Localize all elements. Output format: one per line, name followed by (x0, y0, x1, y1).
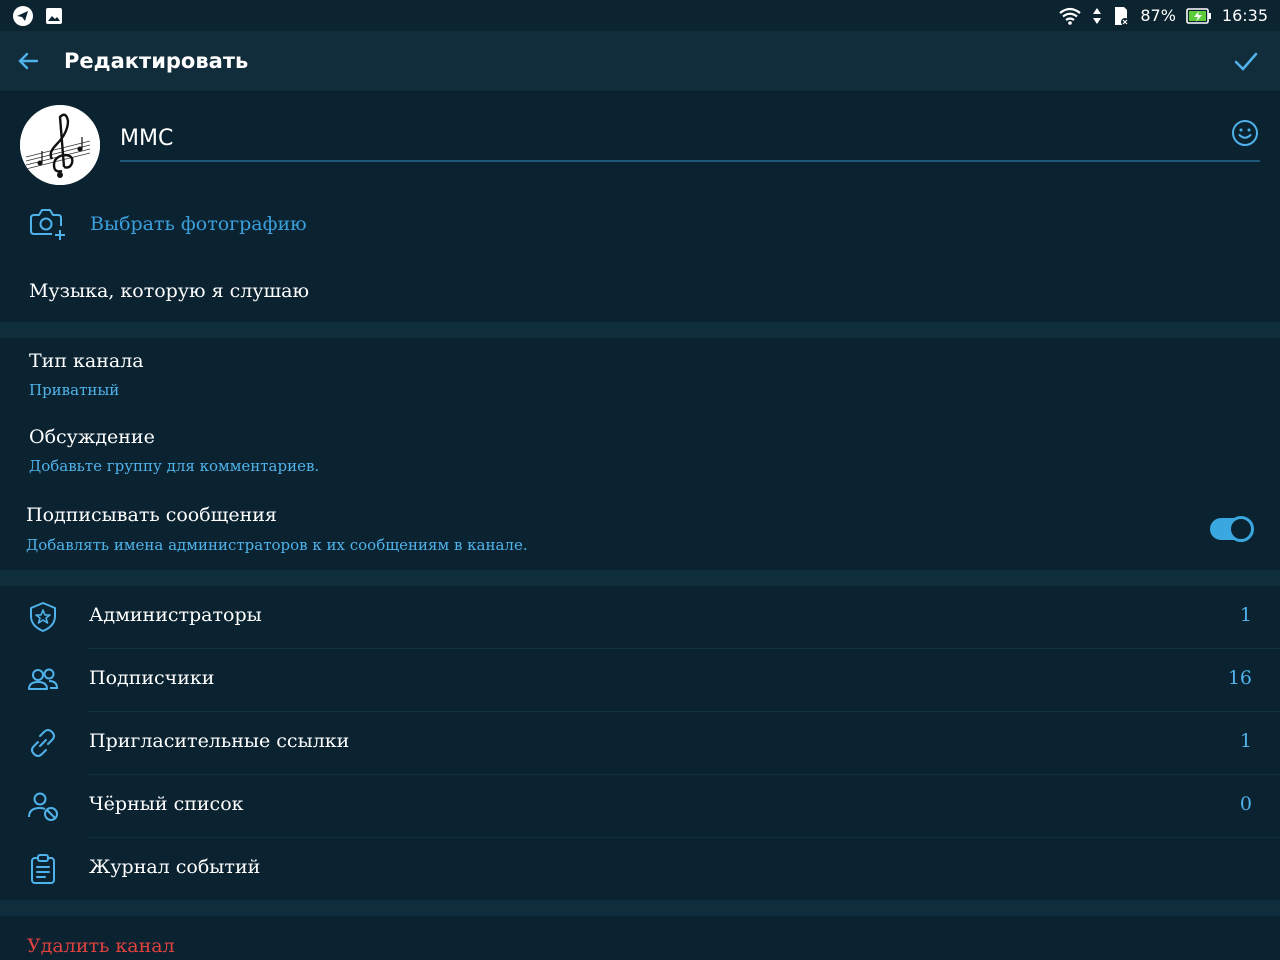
clock: 16:35 (1221, 6, 1268, 25)
link-icon (31, 729, 55, 757)
checkmark-icon (1234, 52, 1258, 71)
sign-messages-subtitle: Добавлять имена администраторов к их соо… (26, 536, 528, 554)
event-log-row[interactable]: Журнал событий (0, 838, 1280, 901)
subscribers-icon (28, 668, 59, 690)
channel-description[interactable]: Музыка, которую я слушаю (29, 280, 309, 302)
invite-links-count: 1 (1239, 730, 1252, 752)
data-transfer-icon (1093, 7, 1102, 24)
telegram-notification-icon (13, 5, 33, 26)
blocked-user-icon (28, 792, 58, 821)
battery-percentage: 87% (1140, 6, 1176, 25)
wifi-icon (1059, 7, 1082, 25)
section-divider (0, 322, 1280, 338)
channel-avatar[interactable] (20, 105, 100, 185)
channel-name-value: MMC (120, 126, 174, 151)
danger-section (0, 916, 1280, 960)
treble-clef-icon (20, 105, 100, 185)
administrators-label: Администраторы (89, 604, 262, 626)
invite-links-label: Пригласительные ссылки (89, 730, 350, 752)
subscribers-row[interactable]: Подписчики 16 (0, 649, 1280, 712)
choose-photo-button[interactable]: Выбрать фотографию (26, 206, 307, 242)
discussion-setting[interactable]: Обсуждение Добавьте группу для комментар… (0, 414, 1280, 490)
subscribers-label: Подписчики (89, 667, 215, 689)
subscribers-count: 16 (1227, 667, 1252, 689)
status-bar: 87% 16:35 (0, 0, 1280, 31)
channel-name-input[interactable]: MMC (120, 118, 1260, 162)
invite-links-row[interactable]: Пригласительные ссылки 1 (0, 712, 1280, 775)
channel-type-setting[interactable]: Тип канала Приватный (0, 338, 1280, 414)
event-log-label: Журнал событий (89, 856, 261, 878)
sign-messages-setting[interactable]: Подписывать сообщения Добавлять имена ад… (0, 490, 1280, 570)
channel-type-title: Тип канала (29, 350, 144, 372)
sd-card-icon (1115, 6, 1130, 26)
section-divider (0, 900, 1280, 916)
image-notification-icon (46, 7, 62, 24)
camera-add-icon (30, 209, 65, 240)
admin-shield-icon (30, 602, 56, 632)
section-divider (0, 570, 1280, 586)
discussion-title: Обсуждение (29, 426, 155, 448)
administrators-count: 1 (1239, 604, 1252, 626)
save-button[interactable] (1224, 31, 1268, 91)
arrow-left-icon (18, 52, 39, 70)
discussion-value: Добавьте группу для комментариев. (29, 457, 320, 475)
channel-type-value: Приватный (29, 381, 120, 399)
battery-charging-icon (1186, 7, 1211, 24)
emoji-button[interactable] (1230, 118, 1260, 148)
sign-messages-toggle[interactable] (1210, 516, 1254, 542)
delete-channel-button[interactable]: Удалить канал (27, 935, 175, 957)
toolbar: Редактировать (0, 31, 1280, 91)
blacklist-label: Чёрный список (89, 793, 244, 815)
event-log-icon (31, 854, 55, 884)
administrators-row[interactable]: Администраторы 1 (0, 586, 1280, 649)
blacklist-row[interactable]: Чёрный список 0 (0, 775, 1280, 838)
toggle-knob (1228, 516, 1254, 542)
smile-icon (1232, 120, 1258, 146)
blacklist-count: 0 (1239, 793, 1252, 815)
back-button[interactable] (0, 31, 56, 91)
page-title: Редактировать (64, 49, 249, 73)
choose-photo-label: Выбрать фотографию (90, 213, 307, 235)
sign-messages-title: Подписывать сообщения (26, 504, 277, 526)
